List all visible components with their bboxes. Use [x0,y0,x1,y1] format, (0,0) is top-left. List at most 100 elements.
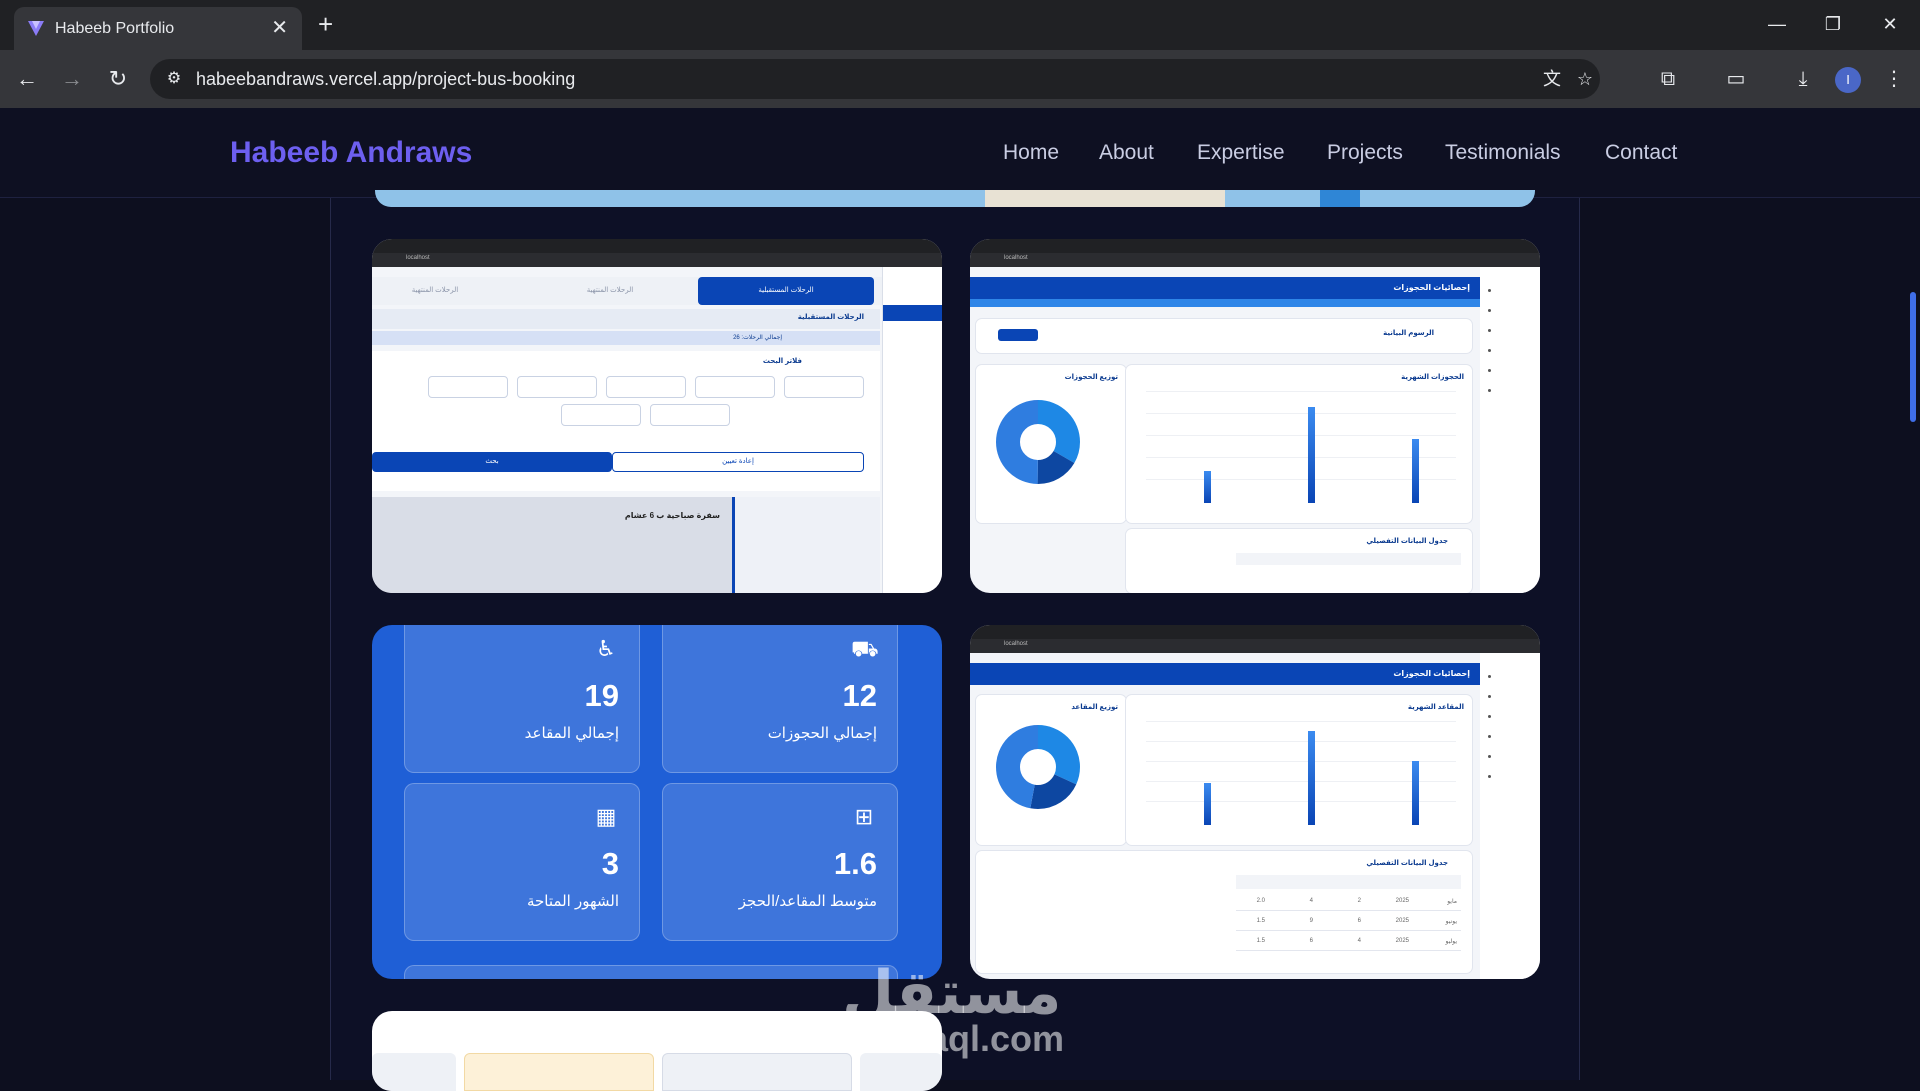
brand-logo[interactable]: Habeeb Andraws [230,136,472,170]
screenshot-seat-stats[interactable]: localhost إحصائيات الحجوزات توزيع المقاع… [970,625,1540,979]
seat-table-panel: جدول البيانات التفصيلي مايو 2025 2 4 2.0… [976,851,1472,973]
mini-tabbar [372,239,942,253]
close-window-icon[interactable]: ✕ [1875,12,1905,36]
trips-title: الرحلات المستقبلية [797,314,864,321]
calculator-icon: ⊞ [854,804,874,829]
tab-ended-trips-2: الرحلات المنتهية [411,287,459,294]
donut-title: توزيع الحجوزات [1064,374,1118,381]
stat-label: إجمالي المقاعد [524,725,619,742]
watermark-latin: mostaql.com [842,1018,1065,1059]
bus-seat-icon: ⛟ [851,636,879,661]
filter-field [650,404,730,426]
stat-available-months: ▦ 3 الشهور المتاحة [404,783,640,941]
bookmark-star-icon[interactable]: ☆ [1571,67,1599,91]
booking-donut-chart [996,400,1080,484]
tab-future-trips: الرحلات المستقبلية [698,277,874,305]
filter-field [561,404,641,426]
seat-donut-panel: توزيع المقاعد [976,695,1126,845]
nav-contact[interactable]: Contact [1605,141,1677,165]
seats-sidebar [1480,653,1540,979]
table-title: جدول البيانات التفصيلي [1366,538,1448,545]
page-scrollbar[interactable] [1910,292,1916,422]
stat-card-partial [404,965,898,979]
map-control [1320,190,1360,207]
vercel-favicon-icon [28,21,44,36]
table-row: مايو 2025 2 4 2.0 [1236,893,1461,911]
filters-title: فلاتر البحث [762,358,802,365]
seat-table-title: جدول البيانات التفصيلي [1366,860,1448,867]
minimize-icon[interactable]: — [1762,12,1792,36]
seat-bar-title: المقاعد الشهرية [1407,704,1464,711]
charts-title: الرسوم البيانية [1383,330,1434,337]
bar-june [1308,407,1315,503]
address-bar[interactable]: ⚙ habeebandraws.vercel.app/project-bus-b… [150,59,1600,99]
extensions-icon[interactable]: ⧉ [1652,65,1684,93]
mini-addressbar: localhost [970,639,1540,653]
calendar-icon: ▦ [595,804,617,829]
trips-total: إجمالي الرحلات: 26 [733,335,782,341]
screenshot-trips[interactable]: localhost الرحلات المستقبلية الرحلات الم… [372,239,942,593]
seat-table-body: مايو 2025 2 4 2.0 يونيو 2025 6 9 1.5 يول… [1236,893,1461,953]
mini-tabbar [970,239,1540,253]
stat-value: 12 [842,678,877,713]
nav-testimonials[interactable]: Testimonials [1445,141,1561,165]
stats-sidebar [1480,267,1540,593]
filter-field [606,376,686,398]
site-info-icon[interactable]: ⚙ [162,67,186,91]
stat-label: إجمالي الحجوزات [767,725,877,742]
bar-title: الحجوزات الشهرية [1401,374,1464,381]
map-land [985,190,1225,207]
seat-donut-title: توزيع المقاعد [1071,704,1118,711]
screenshot-booking-stats[interactable]: localhost إحصائيات الحجوزات الرسوم البيا… [970,239,1540,593]
browser-toolbar: ← → ↻ ⚙ habeebandraws.vercel.app/project… [0,50,1920,108]
screenshot-stat-cards[interactable]: ♿ 19 إجمالي المقاعد ⛟ 12 إجمالي الحجوزات… [372,625,942,979]
donut-panel: توزيع الحجوزات [976,365,1126,523]
nav-projects[interactable]: Projects [1327,141,1403,165]
table-header-row [1236,553,1461,565]
nav-home[interactable]: Home [1003,141,1059,165]
filter-field [428,376,508,398]
tab-ended-trips: الرحلات المنتهية [586,287,634,294]
seat-bar-plot [1146,721,1456,825]
seat-donut-chart [996,725,1080,809]
restore-icon[interactable]: ❐ [1818,12,1848,36]
filter-field [695,376,775,398]
profile-avatar[interactable]: I [1835,67,1861,93]
stats-header-strip [970,299,1480,307]
stat-total-seats: ♿ 19 إجمالي المقاعد [404,625,640,773]
cast-icon[interactable]: ▭ [1720,65,1752,93]
stat-value: 19 [584,678,619,713]
partial-tab [662,1053,852,1091]
nav-about[interactable]: About [1099,141,1154,165]
partial-tab [372,1053,456,1091]
reload-icon[interactable]: ↻ [103,64,133,94]
table-row: يونيو 2025 6 9 1.5 [1236,913,1461,931]
browser-tab[interactable]: Habeeb Portfolio ✕ [14,7,302,50]
url-text[interactable]: habeebandraws.vercel.app/project-bus-boo… [196,69,575,90]
table-row: يوليو 2025 4 6 1.5 [1236,933,1461,951]
stat-label: الشهور المتاحة [526,893,619,910]
stat-total-bookings: ⛟ 12 إجمالي الحجوزات [662,625,898,773]
stat-label: متوسط المقاعد/الحجز [738,893,877,910]
bar-may [1204,471,1211,503]
tab-close-icon[interactable]: ✕ [271,16,288,40]
forward-icon[interactable]: → [57,64,87,94]
back-icon[interactable]: ← [12,64,42,94]
filter-field [784,376,864,398]
map-screenshot-bottom[interactable] [375,190,1535,207]
translate-icon[interactable]: 文 [1538,67,1566,91]
download-icon[interactable]: ⤓ [1787,65,1819,93]
menu-kebab-icon[interactable]: ⋮ [1878,65,1910,93]
tab-title: Habeeb Portfolio [55,20,175,37]
site-header: Habeeb Andraws Home About Expertise Proj… [0,108,1920,198]
stat-value: 3 [601,846,619,881]
seats-header: إحصائيات الحجوزات [970,663,1480,685]
stat-value: 1.6 [833,846,877,881]
nav-expertise[interactable]: Expertise [1197,141,1285,165]
new-tab-icon[interactable]: + [318,10,333,38]
trip-list: سفرة صباحية ب 6 عشام [372,497,880,593]
bar-panel: الحجوزات الشهرية [1126,365,1472,523]
seat-bar-july [1412,761,1419,825]
charts-header-panel: الرسوم البيانية [976,319,1472,353]
mini-tabbar [970,625,1540,639]
